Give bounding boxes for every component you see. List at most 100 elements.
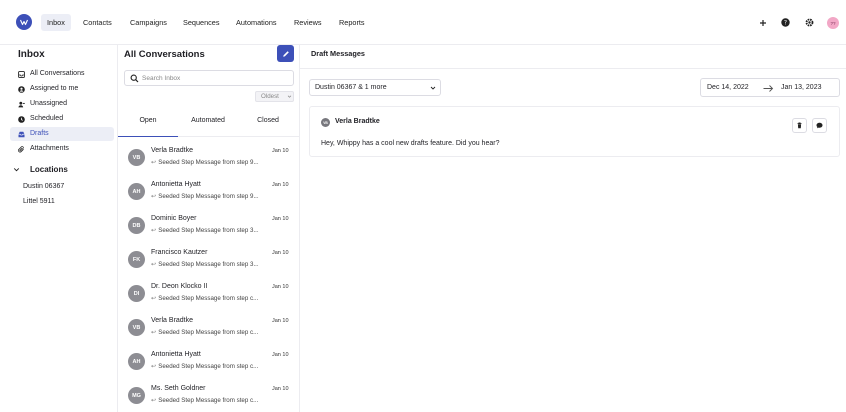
search-box [124, 70, 294, 86]
reply-arrow-icon: ↩ [151, 397, 157, 404]
reply-arrow-icon: ↩ [151, 329, 157, 336]
clock-icon [17, 115, 25, 123]
date-range-picker[interactable]: Dec 14, 2022 Jan 13, 2023 [700, 78, 840, 97]
nav-inbox[interactable]: Inbox [41, 14, 71, 31]
avatar: AH [128, 183, 145, 200]
add-icon[interactable] [757, 17, 768, 28]
page-title: Draft Messages [311, 49, 365, 58]
reply-arrow-icon: ↩ [151, 159, 157, 166]
tab-closed[interactable]: Closed [238, 105, 298, 137]
sidebar-item-label: All Conversations [30, 70, 85, 77]
sidebar-item-drafts[interactable]: Drafts [10, 127, 114, 141]
message-preview: ↩ Seeded Step Message from step 9... [151, 159, 297, 166]
user-circle-icon [17, 85, 25, 93]
locations-toggle[interactable]: Locations [10, 165, 68, 174]
message-preview: ↩ Seeded Step Message from step 9... [151, 193, 297, 200]
message-preview: ↩ Seeded Step Message from step c... [151, 295, 297, 302]
settings-gear-icon[interactable] [804, 17, 815, 28]
preview-text: Seeded Step Message from step c... [158, 329, 259, 336]
nav-automations[interactable]: Automations [230, 14, 283, 31]
divider [300, 68, 846, 69]
draft-message-card: VB Verla Bradtke Hey, Whippy has a cool … [309, 106, 840, 157]
chat-bubble-icon [816, 122, 823, 129]
tab-open[interactable]: Open [118, 105, 178, 137]
nav-sequences[interactable]: Sequences [177, 14, 226, 31]
sidebar-item-label: Attachments [30, 145, 69, 152]
avatar: DI [128, 285, 145, 302]
nav-reports[interactable]: Reports [333, 14, 371, 31]
contact-name: Verla Bradtke [151, 317, 194, 324]
open-conversation-button[interactable] [812, 118, 827, 133]
conversation-row[interactable]: VB Verla Bradtke Jan 10 ↩ Seeded Step Messag… [118, 313, 299, 347]
contact-name: Antonietta Hyatt [151, 181, 201, 188]
paperclip-icon [17, 145, 25, 153]
contact-name: Verla Bradtke [151, 147, 194, 154]
sidebar-item-attachments[interactable]: Attachments [10, 142, 114, 156]
nav-contacts[interactable]: Contacts [77, 14, 118, 31]
sidebar-item-label: Drafts [30, 130, 49, 137]
pencil-icon [282, 50, 289, 57]
trash-icon [797, 122, 802, 129]
delete-draft-button[interactable] [792, 118, 807, 133]
sidebar-item-scheduled[interactable]: Scheduled [10, 112, 114, 126]
draft-messages-panel: Draft Messages Dustin 06367 & 1 more Dec… [300, 45, 846, 412]
location-item[interactable]: Dustin 06367 [23, 183, 64, 190]
sidebar-item-all-conversations[interactable]: All Conversations [10, 67, 114, 81]
sidebar-item-assigned-to-me[interactable]: Assigned to me [10, 82, 114, 96]
draft-message-text: Hey, Whippy has a cool new drafts featur… [321, 140, 500, 147]
app-logo[interactable] [16, 14, 32, 30]
avatar: MG [128, 387, 145, 404]
message-preview: ↩ Seeded Step Message from step c... [151, 397, 297, 404]
user-avatar[interactable]: ?? [827, 17, 839, 29]
preview-text: Seeded Step Message from step 9... [158, 193, 259, 200]
top-navigation: Inbox Contacts Campaigns Sequences Autom… [0, 0, 846, 45]
conversation-date: Jan 10 [272, 284, 289, 290]
help-icon[interactable]: ? [780, 17, 791, 28]
location-filter-select[interactable]: Dustin 06367 & 1 more [309, 79, 441, 96]
date-to[interactable]: Jan 13, 2023 [781, 84, 821, 91]
reply-arrow-icon: ↩ [151, 227, 157, 234]
location-item[interactable]: Littel 5911 [23, 198, 55, 205]
message-preview: ↩ Seeded Step Message from step c... [151, 363, 297, 370]
reply-arrow-icon: ↩ [151, 193, 157, 200]
preview-text: Seeded Step Message from step 3... [158, 261, 259, 268]
preview-text: Seeded Step Message from step c... [158, 397, 259, 404]
inbox-icon [17, 70, 25, 78]
sidebar-item-label: Unassigned [30, 100, 67, 107]
conversation-date: Jan 10 [272, 216, 289, 222]
conversation-date: Jan 10 [272, 148, 289, 154]
conversation-row[interactable]: AH Antonietta Hyatt Jan 10 ↩ Seeded Step Mes… [118, 347, 299, 381]
conversation-row[interactable]: MG Ms. Seth Goldner Jan 10 ↩ Seeded Step Mes… [118, 381, 299, 412]
conversation-row[interactable]: FK Francisco Kautzer Jan 10 ↩ Seeded Step Me… [118, 245, 299, 279]
preview-text: Seeded Step Message from step c... [158, 363, 259, 370]
contact-name: Dominic Boyer [151, 215, 197, 222]
sort-select[interactable]: Oldest [255, 91, 294, 102]
conversation-row[interactable]: DI Dr. Deon Klocko II Jan 10 ↩ Seeded Step M… [118, 279, 299, 313]
avatar: FK [128, 251, 145, 268]
search-input[interactable] [142, 73, 287, 83]
conversation-row[interactable]: VB Verla Bradtke Jan 10 ↩ Seeded Step Messag… [118, 143, 299, 177]
message-preview: ↩ Seeded Step Message from step c... [151, 329, 297, 336]
preview-text: Seeded Step Message from step c... [158, 295, 259, 302]
draft-contact-name: Verla Bradtke [335, 118, 380, 125]
user-minus-icon [17, 100, 25, 108]
new-conversation-button[interactable] [277, 45, 294, 62]
date-from[interactable]: Dec 14, 2022 [707, 84, 749, 91]
preview-text: Seeded Step Message from step 3... [158, 227, 259, 234]
locations-label: Locations [30, 165, 68, 174]
conversation-row[interactable]: AH Antonietta Hyatt Jan 10 ↩ Seeded Step Mes… [118, 177, 299, 211]
sidebar-item-label: Assigned to me [30, 85, 79, 92]
conversation-row[interactable]: DB Dominic Boyer Jan 10 ↩ Seeded Step Messag… [118, 211, 299, 245]
avatar: VB [128, 149, 145, 166]
tab-automated[interactable]: Automated [178, 105, 238, 137]
sidebar-item-label: Scheduled [30, 115, 64, 122]
avatar: AH [128, 353, 145, 370]
conversation-tabs: Open Automated Closed [118, 105, 299, 137]
nav-campaigns[interactable]: Campaigns [124, 14, 173, 31]
search-icon [130, 74, 139, 83]
sidebar-item-unassigned[interactable]: Unassigned [10, 97, 114, 111]
inbox-sidebar: Inbox All Conversations Assigned to me U… [0, 45, 118, 412]
avatar: DB [128, 217, 145, 234]
nav-reviews[interactable]: Reviews [288, 14, 328, 31]
conversation-date: Jan 10 [272, 352, 289, 358]
